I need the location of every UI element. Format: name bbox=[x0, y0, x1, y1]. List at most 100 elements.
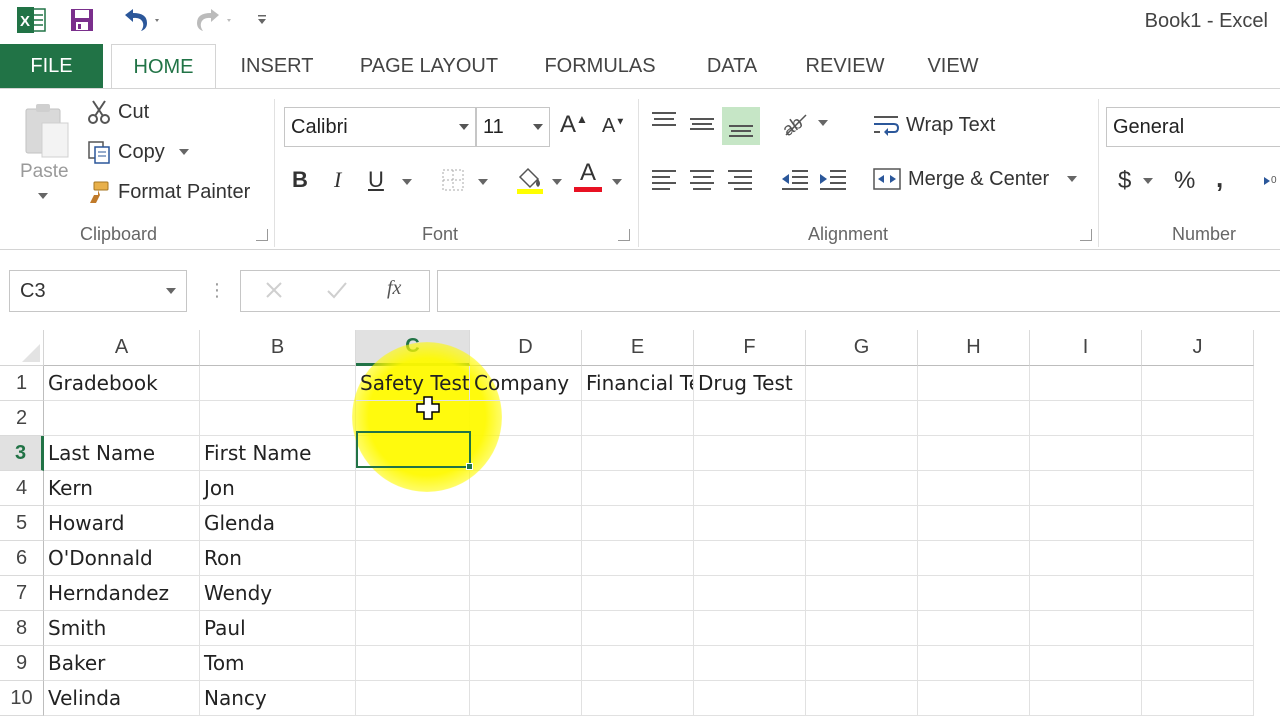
cell-b9[interactable]: Tom bbox=[200, 646, 356, 681]
borders-button[interactable] bbox=[440, 167, 466, 199]
row-header-5[interactable]: 5 bbox=[0, 506, 44, 541]
merge-center-dropdown-icon[interactable] bbox=[1067, 176, 1078, 182]
cell-i10[interactable] bbox=[1030, 681, 1142, 716]
cell-i6[interactable] bbox=[1030, 541, 1142, 576]
cell-f5[interactable] bbox=[694, 506, 806, 541]
clipboard-launcher-icon[interactable] bbox=[256, 229, 268, 241]
cell-a10[interactable]: Velinda bbox=[44, 681, 200, 716]
copy-button[interactable]: Copy bbox=[86, 139, 189, 165]
paste-dropdown-icon[interactable] bbox=[38, 193, 48, 199]
row-header-1[interactable]: 1 bbox=[0, 366, 44, 401]
tab-formulas[interactable]: FORMULAS bbox=[536, 44, 664, 88]
cell-h9[interactable] bbox=[918, 646, 1030, 681]
redo-icon[interactable] bbox=[186, 4, 236, 36]
cell-j2[interactable] bbox=[1142, 401, 1254, 436]
cell-i3[interactable] bbox=[1030, 436, 1142, 471]
formula-bar-splitter-icon[interactable]: ⋮ bbox=[208, 280, 226, 301]
tab-review[interactable]: REVIEW bbox=[800, 44, 890, 88]
align-left-button[interactable] bbox=[650, 165, 678, 193]
cell-c5[interactable] bbox=[356, 506, 470, 541]
font-color-button[interactable]: A bbox=[574, 161, 602, 192]
cell-h10[interactable] bbox=[918, 681, 1030, 716]
cell-g1[interactable] bbox=[806, 366, 918, 401]
underline-dropdown-icon[interactable] bbox=[402, 179, 412, 185]
decrease-indent-button[interactable] bbox=[780, 165, 810, 193]
bottom-align-button[interactable] bbox=[722, 107, 760, 145]
cell-d5[interactable] bbox=[470, 506, 582, 541]
cell-d2[interactable] bbox=[470, 401, 582, 436]
cell-i9[interactable] bbox=[1030, 646, 1142, 681]
row-header-3[interactable]: 3 bbox=[0, 436, 44, 471]
cell-e7[interactable] bbox=[582, 576, 694, 611]
active-cell-border[interactable] bbox=[356, 431, 471, 468]
borders-dropdown-icon[interactable] bbox=[478, 179, 488, 185]
cell-a2[interactable] bbox=[44, 401, 200, 436]
cell-b2[interactable] bbox=[200, 401, 356, 436]
cell-d6[interactable] bbox=[470, 541, 582, 576]
cell-g4[interactable] bbox=[806, 471, 918, 506]
cell-a6[interactable]: O'Donnald bbox=[44, 541, 200, 576]
tab-page-layout[interactable]: PAGE LAYOUT bbox=[352, 44, 506, 88]
cell-i4[interactable] bbox=[1030, 471, 1142, 506]
save-icon[interactable] bbox=[66, 4, 98, 36]
cell-h7[interactable] bbox=[918, 576, 1030, 611]
cell-i7[interactable] bbox=[1030, 576, 1142, 611]
top-align-button[interactable] bbox=[650, 109, 678, 137]
cell-g9[interactable] bbox=[806, 646, 918, 681]
font-name-dropdown-icon[interactable] bbox=[459, 124, 469, 130]
row-header-8[interactable]: 8 bbox=[0, 611, 44, 646]
cell-g8[interactable] bbox=[806, 611, 918, 646]
currency-button[interactable]: $ bbox=[1118, 167, 1154, 195]
column-header-g[interactable]: G bbox=[806, 330, 918, 366]
cell-c10[interactable] bbox=[356, 681, 470, 716]
cell-h5[interactable] bbox=[918, 506, 1030, 541]
cell-c8[interactable] bbox=[356, 611, 470, 646]
cell-j9[interactable] bbox=[1142, 646, 1254, 681]
font-launcher-icon[interactable] bbox=[618, 229, 630, 241]
cell-b1[interactable] bbox=[200, 366, 356, 401]
cell-c1[interactable]: Safety Test bbox=[356, 366, 470, 401]
grow-font-button[interactable]: A▲ bbox=[560, 111, 588, 139]
cell-g10[interactable] bbox=[806, 681, 918, 716]
column-header-d[interactable]: D bbox=[470, 330, 582, 366]
cut-button[interactable]: Cut bbox=[86, 99, 149, 125]
cell-e4[interactable] bbox=[582, 471, 694, 506]
cell-j3[interactable] bbox=[1142, 436, 1254, 471]
cell-g5[interactable] bbox=[806, 506, 918, 541]
fill-color-button[interactable] bbox=[514, 163, 546, 201]
cell-f2[interactable] bbox=[694, 401, 806, 436]
cell-h1[interactable] bbox=[918, 366, 1030, 401]
row-header-4[interactable]: 4 bbox=[0, 471, 44, 506]
orientation-dropdown-icon[interactable] bbox=[818, 120, 828, 126]
middle-align-button[interactable] bbox=[688, 109, 716, 137]
cell-f1[interactable]: Drug Test bbox=[694, 366, 806, 401]
row-header-2[interactable]: 2 bbox=[0, 401, 44, 436]
cell-f10[interactable] bbox=[694, 681, 806, 716]
cell-f7[interactable] bbox=[694, 576, 806, 611]
cell-b6[interactable]: Ron bbox=[200, 541, 356, 576]
tab-insert[interactable]: INSERT bbox=[232, 44, 322, 88]
cell-d4[interactable] bbox=[470, 471, 582, 506]
number-format-combo[interactable]: General bbox=[1106, 107, 1280, 147]
cell-a9[interactable]: Baker bbox=[44, 646, 200, 681]
cancel-icon[interactable] bbox=[263, 279, 285, 306]
cell-e2[interactable] bbox=[582, 401, 694, 436]
column-header-f[interactable]: F bbox=[694, 330, 806, 366]
cell-i8[interactable] bbox=[1030, 611, 1142, 646]
cell-e5[interactable] bbox=[582, 506, 694, 541]
font-size-dropdown-icon[interactable] bbox=[533, 124, 543, 130]
cell-a8[interactable]: Smith bbox=[44, 611, 200, 646]
cell-j7[interactable] bbox=[1142, 576, 1254, 611]
cell-g3[interactable] bbox=[806, 436, 918, 471]
cell-g7[interactable] bbox=[806, 576, 918, 611]
cell-h6[interactable] bbox=[918, 541, 1030, 576]
column-header-j[interactable]: J bbox=[1142, 330, 1254, 366]
fill-color-dropdown-icon[interactable] bbox=[552, 179, 562, 185]
currency-dropdown-icon[interactable] bbox=[1143, 178, 1154, 184]
cell-b10[interactable]: Nancy bbox=[200, 681, 356, 716]
cell-e9[interactable] bbox=[582, 646, 694, 681]
row-header-7[interactable]: 7 bbox=[0, 576, 44, 611]
tab-view[interactable]: VIEW bbox=[920, 44, 986, 88]
shrink-font-button[interactable]: A▼ bbox=[602, 115, 625, 138]
tab-home[interactable]: HOME bbox=[111, 44, 216, 89]
